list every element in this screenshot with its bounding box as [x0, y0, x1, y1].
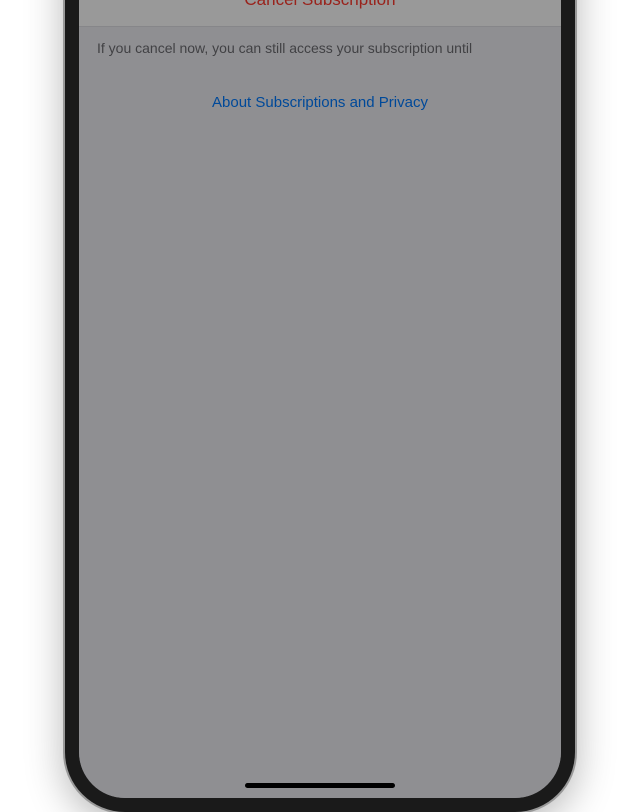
- home-indicator[interactable]: [245, 783, 395, 788]
- phone-frame: Indiv 99 ✓ Indiv 99.00 Stud 4.99: [65, 0, 575, 812]
- screen: Indiv 99 ✓ Indiv 99.00 Stud 4.99: [79, 0, 561, 798]
- dim-overlay: [79, 0, 561, 798]
